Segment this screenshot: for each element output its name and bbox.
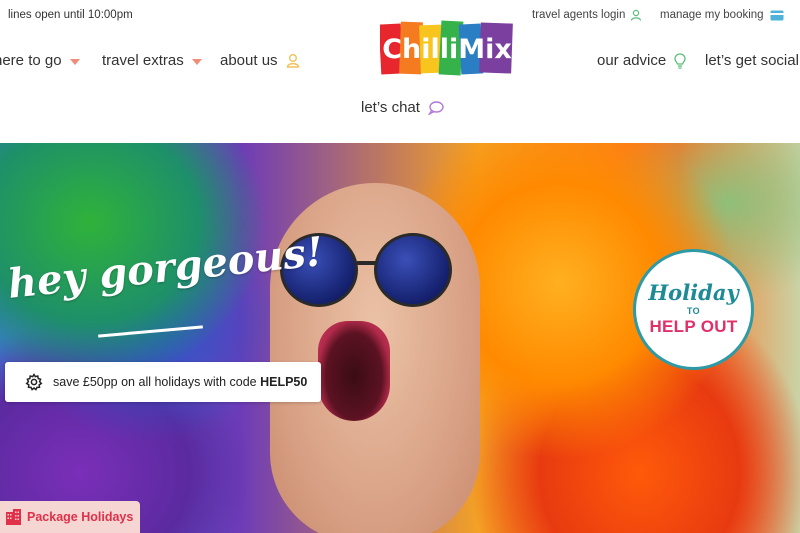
chillimix-logo[interactable]: ChilliMix [378,20,514,76]
nav-about-us[interactable]: about us [220,52,300,69]
travel-agents-login-link[interactable]: travel agents login [532,9,642,21]
nav-our-advice-label: our advice [597,52,667,69]
badge-line-to: TO [686,306,701,316]
hero-banner: hey gorgeous! save £50pp on all holidays… [0,143,800,533]
badge-line-holiday: Holiday [648,280,739,305]
holiday-to-help-out-badge[interactable]: Holiday TO HELP OUT [633,249,754,370]
sunglasses-right-lens [374,233,452,307]
nav-lets-get-social-label: let’s get social [705,52,799,69]
nav-lets-get-social[interactable]: let’s get social [705,52,799,69]
nav-lets-chat-label: let’s chat [361,99,420,116]
building-icon [6,509,21,525]
travel-agents-login-label: travel agents login [532,9,626,21]
nav-where-to-go-label: here to go [0,52,62,69]
manage-my-booking-link[interactable]: manage my booking [660,9,784,21]
user-icon [631,9,642,21]
promo-code: HELP50 [260,375,308,389]
package-holidays-label: Package Holidays [27,510,134,524]
hero-photo-mouth [318,321,390,421]
site-header: lines open until 10:00pm travel agents l… [0,0,800,143]
nav-about-us-label: about us [220,52,278,69]
chevron-down-icon [69,58,80,65]
card-icon [770,10,784,20]
nav-travel-extras-label: travel extras [102,52,184,69]
badge-line-help-out: HELP OUT [649,317,738,336]
headline-underline [98,325,203,338]
promo-text: save £50pp on all holidays with code HEL… [53,375,307,389]
nav-travel-extras[interactable]: travel extras [102,52,202,69]
promo-text-label: save £50pp on all holidays with code [53,375,261,389]
manage-my-booking-label: manage my booking [660,9,764,21]
speech-bubble-icon [428,100,444,115]
chevron-down-icon [191,58,202,65]
package-holidays-button[interactable]: Package Holidays [0,501,140,533]
logo-wordmark: ChilliMix [382,34,512,65]
nav-lets-chat[interactable]: let’s chat [361,99,444,116]
promo-banner[interactable]: save £50pp on all holidays with code HEL… [5,362,321,402]
gear-icon [25,373,43,391]
nav-our-advice[interactable]: our advice [597,52,686,69]
nav-where-to-go[interactable]: here to go [0,52,80,69]
lightbulb-icon [674,52,686,69]
user-icon [286,54,299,68]
sunglasses-bridge [356,261,378,265]
opening-hours-text: lines open until 10:00pm [8,9,133,21]
